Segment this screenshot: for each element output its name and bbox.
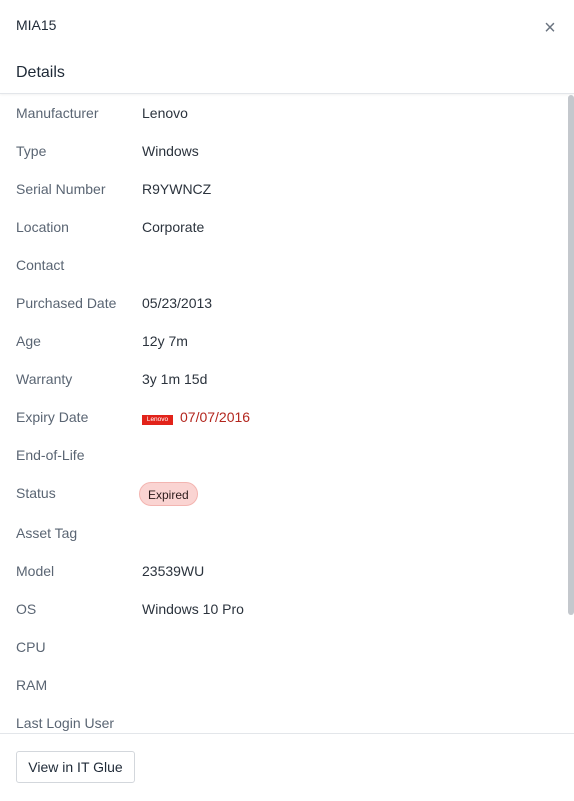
detail-row-status: Status Expired [0,475,560,513]
expiry-date-value: Lenovo 07/07/2016 [142,409,250,425]
detail-label: Type [16,143,47,159]
detail-label: Manufacturer [16,105,99,121]
details-section-title: Details [16,64,65,81]
detail-row-last-login-user: Last Login User [0,705,560,732]
lenovo-logo-icon: Lenovo [142,415,173,425]
detail-value: R9YWNCZ [142,181,212,197]
detail-row-serial-number: Serial Number R9YWNCZ [0,171,560,209]
detail-row-cpu: CPU [0,629,560,667]
detail-row-type: Type Windows [0,133,560,171]
detail-value: 3y 1m 15d [142,371,208,387]
detail-label: Purchased Date [16,295,117,311]
detail-value: Lenovo [142,105,188,121]
detail-label: Warranty [16,371,73,387]
detail-row-asset-tag: Asset Tag [0,515,560,553]
view-in-it-glue-button[interactable]: View in IT Glue [16,751,135,783]
detail-label: Serial Number [16,181,106,197]
detail-value: 23539WU [142,563,205,579]
detail-label: Last Login User [16,715,115,731]
detail-label: Model [16,563,55,579]
detail-label: Contact [16,257,65,273]
detail-value: Windows 10 Pro [142,601,244,617]
detail-row-warranty: Warranty 3y 1m 15d [0,361,560,399]
detail-label: RAM [16,677,48,693]
detail-label: Expiry Date [16,409,89,425]
detail-label: End-of-Life [16,447,85,463]
detail-row-location: Location Corporate [0,209,560,247]
detail-row-expiry-date: Expiry Date Lenovo 07/07/2016 [0,399,560,437]
detail-value: Corporate [142,219,205,235]
detail-label: Status [16,485,56,501]
detail-row-manufacturer: Manufacturer Lenovo [0,95,560,133]
detail-row-ram: RAM [0,667,560,705]
detail-row-purchased-date: Purchased Date 05/23/2013 [0,285,560,323]
detail-value: 05/23/2013 [142,295,213,311]
detail-row-contact: Contact [0,247,560,285]
expiry-date-text: 07/07/2016 [180,409,251,425]
detail-label: Age [16,333,41,349]
detail-row-age: Age 12y 7m [0,323,560,361]
detail-label: OS [16,601,37,617]
asset-name-title: MIA15 [16,17,57,33]
detail-row-os: OS Windows 10 Pro [0,591,560,629]
detail-label: Asset Tag [16,525,78,541]
detail-value: 12y 7m [142,333,188,349]
details-list: Manufacturer Lenovo Type Windows Serial … [0,95,574,732]
detail-label: CPU [16,639,46,655]
scrollbar-thumb[interactable] [568,95,574,615]
panel-footer: View in IT Glue [0,733,574,801]
detail-label: Location [16,219,69,235]
detail-row-model: Model 23539WU [0,553,560,591]
panel-header: MIA15 × Details [0,0,574,94]
status-badge: Expired [139,482,198,506]
asset-details-panel: MIA15 × Details Manufacturer Lenovo Type… [0,0,574,801]
detail-value: Windows [142,143,199,159]
detail-row-end-of-life: End-of-Life [0,437,560,475]
close-icon[interactable]: × [540,18,560,38]
details-scrollbar[interactable] [568,95,574,732]
